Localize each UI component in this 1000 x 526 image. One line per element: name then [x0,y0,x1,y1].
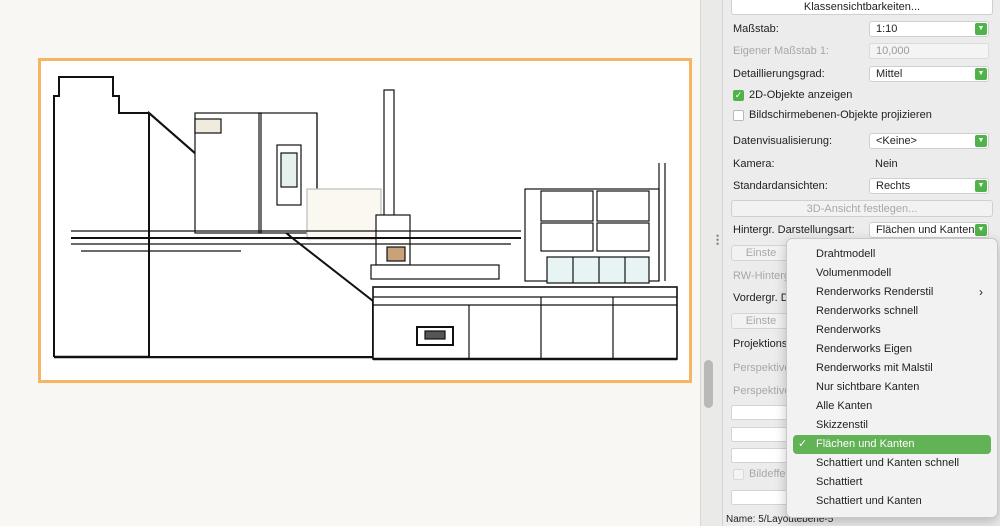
chevron-down-icon: ▼ [975,23,987,35]
perspective-field-3[interactable] [731,448,793,463]
vertical-scrollbar-thumb[interactable] [704,360,713,408]
bg-settings-button[interactable]: Einste [731,245,791,261]
camera-label: Kamera: [733,158,775,170]
menu-item[interactable]: Drahtmodell [793,245,991,264]
datavis-select[interactable]: <Keine> ▼ [869,133,989,149]
chevron-down-icon: ▼ [975,135,987,147]
datavis-label: Datenvisualisierung: [733,135,833,147]
menu-item[interactable]: Renderworks Eigen [793,340,991,359]
palette-splitter[interactable] [700,0,722,526]
viewport-selection-frame[interactable] [38,58,692,383]
fg-settings-button[interactable]: Einste [731,313,791,329]
custom-scale-row: Eigener Maßstab 1: 10,000 [733,42,993,61]
chevron-down-icon: ▼ [975,68,987,80]
checkmark-icon: ✓ [798,438,808,450]
projection-label: Projektions [733,338,788,350]
menu-item-label: Drahtmodell [816,248,876,260]
bg-render-value: Flächen und Kanten [876,224,975,236]
menu-item[interactable]: Renderworks [793,321,991,340]
menu-item[interactable]: Nur sichtbare Kanten [793,378,991,397]
show-2d-label: 2D-Objekte anzeigen [749,89,853,101]
menu-item-label: Renderworks schnell [816,305,919,317]
splitter-grip-icon[interactable]: • • • [716,232,720,250]
detail-value: Mittel [876,68,903,80]
detail-label: Detaillierungsgrad: [733,68,825,80]
chevron-down-icon: ▼ [975,180,987,192]
menu-item-label: Volumenmodell [816,267,892,279]
class-visibility-button[interactable]: Klassensichtbarkeiten... [731,0,993,15]
menu-item[interactable]: Alle Kanten [793,397,991,416]
menu-item-label: Renderworks Eigen [816,343,912,355]
perspective-label-2: Perspektive [733,385,791,397]
bg-render-select[interactable]: Flächen und Kanten ▼ [869,222,989,238]
show-2d-row[interactable]: ✓ 2D-Objekte anzeigen [733,86,993,105]
menu-item[interactable]: Schattiert und Kanten schnell [793,454,991,473]
perspective-field-2[interactable] [731,427,793,442]
menu-item-label: Schattiert [816,476,863,488]
datavis-row: Datenvisualisierung: <Keine> ▼ [733,132,993,151]
render-mode-dropdown-menu[interactable]: Drahtmodell Volumenmodell Renderworks Rend… [786,238,998,518]
fg-render-label: Vordergr. D [733,292,789,304]
custom-scale-label: Eigener Maßstab 1: [733,45,829,57]
project-screen-label: Bildschirmebenen-Objekte projizieren [749,109,932,121]
name-label: Name: [726,514,756,525]
camera-row: Kamera: Nein [733,155,993,174]
set-3d-view-button[interactable]: 3D-Ansicht festlegen... [731,200,993,217]
menu-item[interactable]: Volumenmodell [793,264,991,283]
menu-item[interactable]: Renderworks mit Malstil [793,359,991,378]
datavis-value: <Keine> [876,135,917,147]
perspective-field-1[interactable] [731,405,793,420]
menu-item[interactable]: Skizzenstil [793,416,991,435]
left-roof-outline [53,76,149,357]
custom-scale-field[interactable]: 10,000 [869,43,989,59]
scale-label: Maßstab: [733,23,779,35]
perspective-label-1: Perspektive [733,362,791,374]
menu-item-label: Skizzenstil [816,419,868,431]
menu-item-label: Renderworks [816,324,881,336]
camera-value: Nein [875,158,898,170]
menu-item[interactable]: Schattiert [793,473,991,492]
project-screen-checkbox[interactable] [733,110,744,121]
building-elevation-drawing [53,76,678,361]
drawing-canvas[interactable] [0,0,700,526]
menu-item-label: Renderworks mit Malstil [816,362,933,374]
std-views-select[interactable]: Rechts ▼ [869,178,989,194]
show-2d-checkbox[interactable]: ✓ [733,90,744,101]
menu-item-label: Alle Kanten [816,400,873,412]
scale-select[interactable]: 1:10 ▼ [869,21,989,37]
image-effects-button[interactable] [731,490,793,505]
project-screen-row[interactable]: Bildschirmebenen-Objekte projizieren [733,106,993,125]
rw-bg-label: RW-Hintergr [733,270,794,282]
menu-item[interactable]: ✓ Flächen und Kanten [793,435,991,454]
menu-item-label: Renderworks Renderstil [816,286,934,298]
menu-item-label: Nur sichtbare Kanten [816,381,920,393]
menu-item-label: Flächen und Kanten [816,438,915,450]
std-views-label: Standardansichten: [733,180,828,192]
image-effects-label: Bildeffek [749,468,791,480]
scale-value: 1:10 [876,23,898,35]
menu-item[interactable]: Schattiert und Kanten [793,492,991,511]
detail-select[interactable]: Mittel ▼ [869,66,989,82]
menu-item-label: Schattiert und Kanten schnell [816,457,960,469]
std-views-row: Standardansichten: Rechts ▼ [733,177,993,196]
chevron-down-icon: ▼ [975,224,987,236]
menu-item-label: Schattiert und Kanten [816,495,922,507]
scale-row: Maßstab: 1:10 ▼ [733,20,993,39]
std-views-value: Rechts [876,180,911,192]
chevron-right-icon: › [979,285,983,299]
menu-item[interactable]: Renderworks Renderstil › [793,283,991,302]
detail-row: Detaillierungsgrad: Mittel ▼ [733,65,993,84]
menu-item[interactable]: Renderworks schnell [793,302,991,321]
image-effects-checkbox[interactable] [733,469,744,480]
